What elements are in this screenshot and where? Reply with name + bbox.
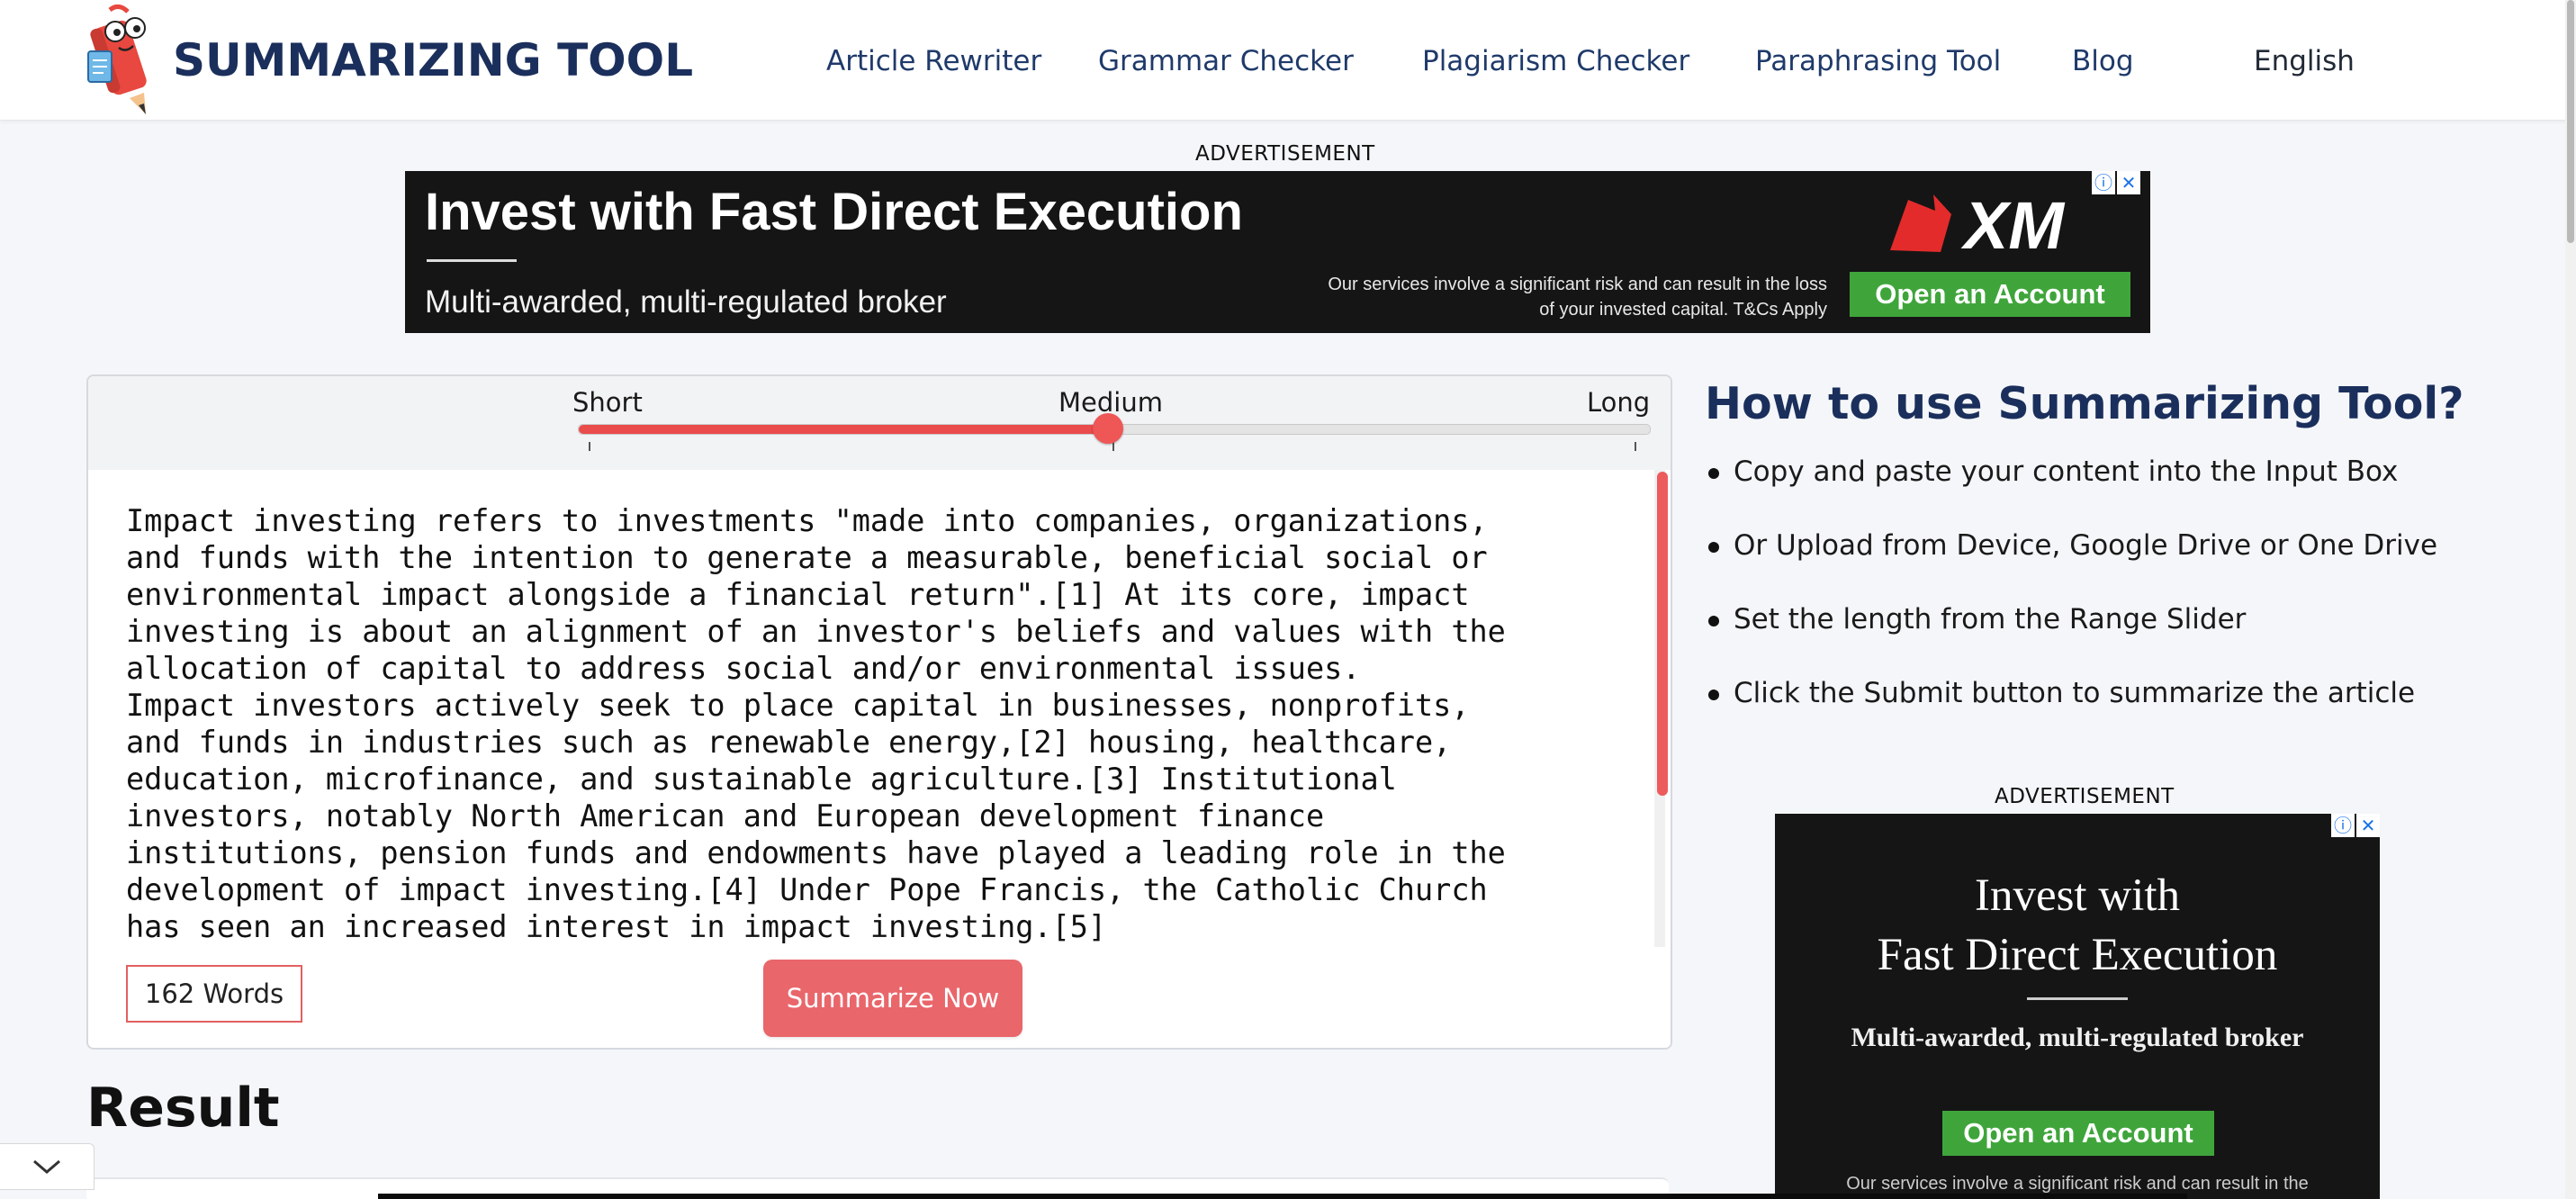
site-logo[interactable]: SUMMARIZING TOOL [83, 0, 693, 120]
word-count-badge: 162 Words [126, 965, 302, 1023]
site-header: SUMMARIZING TOOL Article Rewriter Gramma… [0, 0, 2576, 121]
ad-side-headline-line2: Fast Direct Execution [1877, 930, 2278, 980]
summarizer-panel: Short Medium Long Impact investing refer… [86, 374, 1672, 1050]
result-title: Result [86, 1077, 280, 1140]
ad-side-disclaimer: Our services involve a significant risk … [1846, 1174, 2309, 1194]
summarize-now-button[interactable]: Summarize Now [763, 960, 1022, 1037]
slider-tick-medium [1112, 442, 1114, 451]
howto-steps: Copy and paste your content into the Inp… [1705, 455, 2437, 751]
length-slider-thumb[interactable] [1093, 413, 1123, 444]
nav-article-rewriter[interactable]: Article Rewriter [826, 45, 1041, 77]
ad-label-side: ADVERTISEMENT [1995, 785, 2175, 808]
page-scrollbar-thumb[interactable] [2567, 0, 2574, 243]
howto-step: Copy and paste your content into the Inp… [1705, 455, 2437, 529]
svg-text:XM: XM [1960, 188, 2065, 259]
slider-label-long[interactable]: Long [1587, 387, 1650, 418]
input-textarea[interactable]: Impact investing refers to investments "… [126, 502, 1647, 943]
banner-ad-side[interactable]: Invest with Fast Direct Execution Multi-… [1775, 814, 2380, 1199]
adchoices-info-icon[interactable]: ⓘ [2092, 171, 2115, 194]
slider-label-short[interactable]: Short [572, 387, 643, 418]
howto-step: Set the length from the Range Slider [1705, 603, 2437, 677]
ad-side-divider [2027, 997, 2128, 1000]
howto-step: Or Upload from Device, Google Drive or O… [1705, 529, 2437, 603]
ad-divider [427, 259, 517, 262]
howto-step: Click the Submit button to summarize the… [1705, 677, 2437, 751]
nav-grammar-checker[interactable]: Grammar Checker [1098, 45, 1354, 77]
ad-side-open-account-button[interactable]: Open an Account [1942, 1111, 2214, 1156]
collapse-toggle[interactable] [0, 1143, 95, 1190]
nav-plagiarism-checker[interactable]: Plagiarism Checker [1422, 45, 1689, 77]
pencil-mascot-icon [87, 4, 147, 114]
ad-open-account-button[interactable]: Open an Account [1850, 272, 2130, 317]
chevron-down-icon [33, 1159, 60, 1174]
logo-text: SUMMARIZING TOOL [173, 33, 694, 86]
banner-ad-top[interactable]: Invest with Fast Direct Execution Multi-… [405, 171, 2150, 333]
ad-side-headline-line1: Invest with [1974, 870, 2181, 921]
slider-tick-short [589, 442, 590, 451]
ad-side-subline: Multi-awarded, multi-regulated broker [1851, 1023, 2304, 1052]
length-slider-area: Short Medium Long [88, 376, 1671, 470]
ad-close-icon[interactable]: ✕ [2356, 814, 2380, 837]
language-selector[interactable]: English [2254, 45, 2355, 77]
ad-label-top: ADVERTISEMENT [1195, 142, 1375, 166]
xm-brand-logo-icon: XM [1890, 188, 2065, 259]
length-slider-fill [579, 425, 1109, 434]
howto-title: How to use Summarizing Tool? [1705, 378, 2464, 429]
page: SUMMARIZING TOOL Article Rewriter Gramma… [0, 0, 2576, 1199]
nav-paraphrasing-tool[interactable]: Paraphrasing Tool [1755, 45, 2001, 77]
ad-close-icon[interactable]: ✕ [2117, 171, 2140, 194]
ad-disclaimer: Our services involve a significant risk … [1328, 275, 1827, 320]
ad-headline: Invest with Fast Direct Execution [425, 183, 1243, 241]
ad-side-headline: Invest with Fast Direct Execution [1775, 866, 2380, 985]
nav-blog[interactable]: Blog [2072, 45, 2134, 77]
slider-tick-long [1635, 442, 1636, 451]
ad-subline: Multi-awarded, multi-regulated broker [425, 284, 947, 320]
adchoices-info-icon[interactable]: ⓘ [2331, 814, 2355, 837]
textarea-scrollbar-thumb[interactable] [1657, 472, 1668, 796]
bottom-edge-bar [378, 1194, 2187, 1199]
